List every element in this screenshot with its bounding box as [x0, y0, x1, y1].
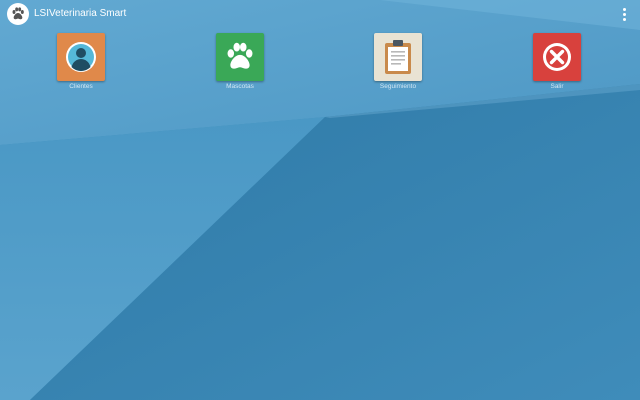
mascotas-button[interactable]: Mascotas: [195, 33, 285, 93]
action-bar: LSIVeterinaria Smart: [0, 0, 640, 28]
clientes-label: Clientes: [69, 83, 93, 90]
clipboard-icon: [374, 33, 422, 81]
paw-icon: [216, 33, 264, 81]
paw-icon: [7, 3, 29, 25]
seguimiento-label: Seguimiento: [379, 83, 417, 90]
mascotas-label: Mascotas: [226, 83, 254, 90]
clientes-button[interactable]: Clientes: [36, 33, 126, 93]
more-vertical-icon[interactable]: [618, 4, 630, 24]
salir-button[interactable]: Salir: [512, 33, 602, 93]
user-profile-icon: [57, 33, 105, 81]
close-circle-icon: [533, 33, 581, 81]
app-title: LSIVeterinaria Smart: [34, 8, 127, 19]
seguimiento-button[interactable]: Seguimiento: [353, 33, 443, 93]
salir-label: Salir: [550, 83, 564, 90]
